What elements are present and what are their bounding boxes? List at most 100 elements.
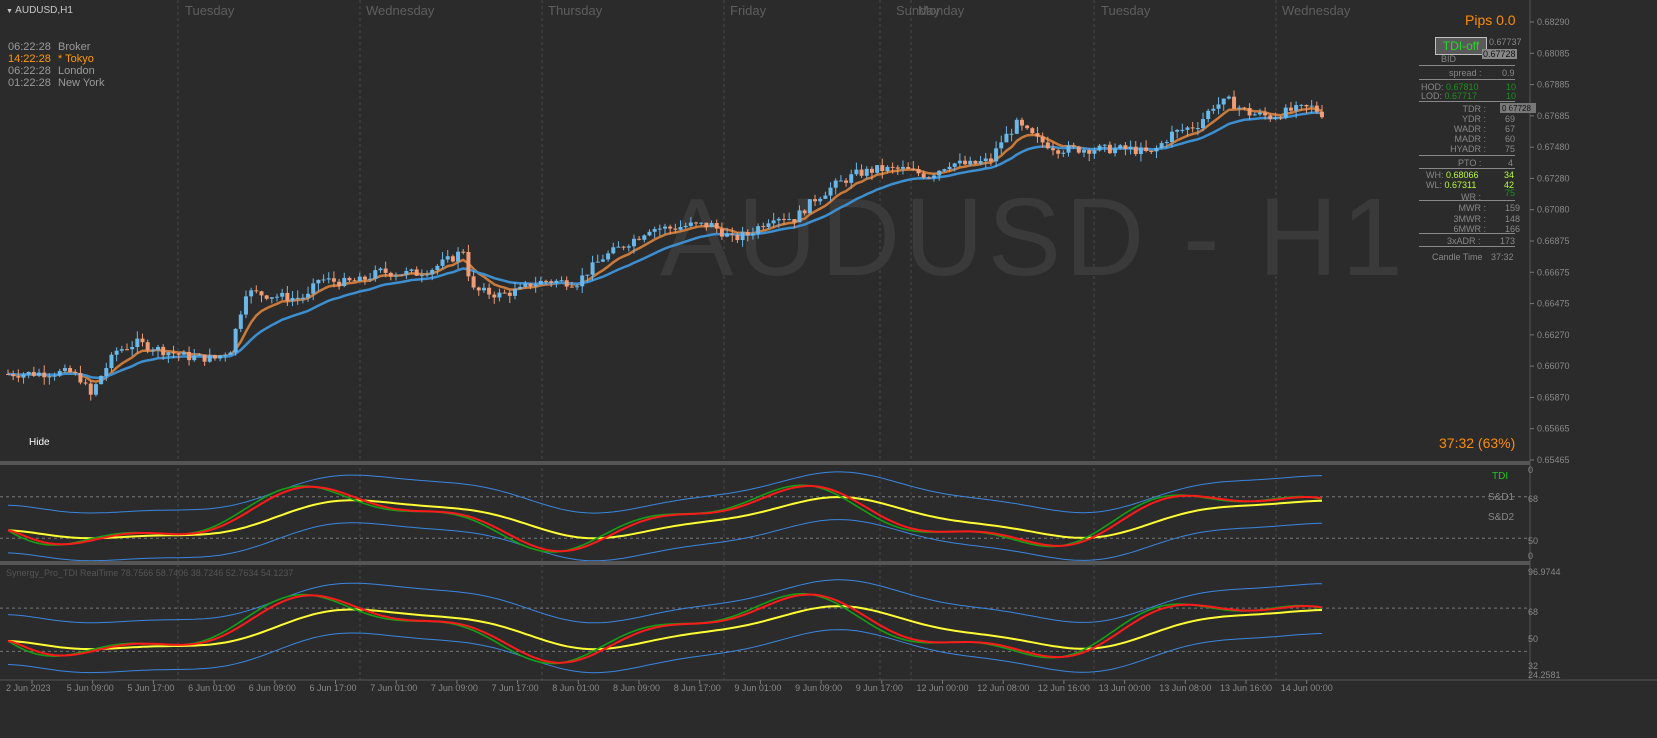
time-tick-label: 7 Jun 17:00 — [492, 683, 539, 693]
candle — [1320, 111, 1324, 118]
candle — [176, 353, 181, 355]
candle — [404, 270, 409, 275]
candle — [761, 226, 766, 228]
price-tick-label: 0.67685 — [1537, 111, 1570, 121]
candle — [1154, 148, 1159, 152]
candle — [735, 234, 740, 241]
candle — [1014, 119, 1019, 134]
day-label: Monday — [918, 3, 965, 18]
candle — [378, 268, 383, 271]
time-tick-label: 6 Jun 01:00 — [188, 683, 235, 693]
chevron-down-icon[interactable]: ▼ — [6, 8, 13, 15]
candle — [792, 219, 797, 223]
candle — [68, 368, 73, 372]
candle — [1097, 145, 1102, 151]
candle — [937, 170, 942, 176]
candle — [259, 291, 264, 296]
time-tick-label: 13 Jun 16:00 — [1220, 683, 1272, 693]
candle — [973, 160, 978, 164]
candle — [709, 223, 714, 228]
divider — [1419, 79, 1515, 80]
tdi-label: TDI — [1492, 471, 1509, 482]
pane-separator[interactable] — [0, 561, 1530, 565]
stat-value: 69 — [1505, 114, 1516, 124]
stat-label: MWR : — [1458, 203, 1487, 213]
candle — [1268, 115, 1273, 120]
candle — [523, 283, 528, 287]
candle — [466, 251, 471, 277]
time-tick-label: 6 Jun 09:00 — [249, 683, 296, 693]
stat-label: TDR : — [1462, 104, 1487, 114]
candle — [549, 281, 554, 283]
candle — [331, 278, 336, 282]
chart-window: AUDUSD - H1 0.68290 0.68085 0.67885 0.67685… — [0, 0, 1657, 738]
stat-label: MADR : — [1454, 134, 1487, 144]
candle — [37, 372, 42, 376]
candle — [476, 287, 481, 291]
candle — [316, 279, 321, 284]
candle — [1035, 133, 1040, 137]
candle — [461, 251, 466, 253]
candle — [642, 235, 647, 240]
candle — [844, 180, 849, 183]
time-tick-label: 7 Jun 09:00 — [431, 683, 478, 693]
stat-value: 67 — [1505, 124, 1516, 134]
pto-value: 4 — [1508, 158, 1514, 168]
candle — [1107, 144, 1112, 154]
candle — [688, 222, 693, 226]
stat-value: 19 — [1505, 104, 1516, 114]
chart-title[interactable]: ▼ AUDUSD,H1 — [6, 4, 73, 18]
hide-button[interactable]: Hide — [29, 436, 50, 449]
candle — [1144, 147, 1149, 151]
candle — [337, 281, 342, 287]
time-tick-label: 9 Jun 17:00 — [856, 683, 903, 693]
candle — [947, 166, 952, 170]
pane-separator[interactable] — [0, 461, 1530, 465]
candle — [140, 338, 145, 343]
candle — [957, 160, 962, 164]
candle — [885, 166, 890, 172]
candle — [963, 160, 968, 165]
candle — [342, 277, 347, 287]
divider — [1419, 65, 1515, 66]
candle — [600, 259, 605, 262]
tdi-toggle-button[interactable]: TDI-off — [1435, 37, 1487, 55]
bid-label: BID — [1441, 54, 1457, 64]
price-tick-label: 0.67280 — [1537, 173, 1570, 183]
candle — [1195, 128, 1200, 130]
bid-value: 0.67728 — [1482, 49, 1517, 59]
candle — [21, 374, 26, 378]
stat-label: 3MWR : — [1453, 213, 1487, 224]
divider — [1419, 168, 1515, 169]
candle — [787, 219, 792, 221]
candle — [419, 275, 424, 277]
price-tick-label: 0.66270 — [1537, 330, 1570, 340]
candle — [275, 296, 280, 298]
candle — [399, 274, 404, 276]
tdi2-title: Synergy_Pro_TDI RealTime 78.7566 58.7406… — [6, 568, 294, 578]
candle — [781, 218, 786, 220]
candle — [497, 292, 502, 298]
candle — [285, 292, 290, 301]
pto-label: PTO : — [1458, 158, 1482, 168]
candle — [502, 292, 507, 294]
candle — [326, 278, 331, 280]
wr-value: 75 — [1505, 188, 1516, 198]
candle — [750, 233, 755, 236]
candle — [538, 280, 543, 285]
candle — [1247, 107, 1252, 116]
candle — [93, 384, 98, 395]
time-tick-label: 5 Jun 17:00 — [127, 683, 174, 693]
chart-canvas[interactable]: AUDUSD - H1 0.68290 0.68085 0.67885 0.67685… — [0, 0, 1657, 738]
candle — [823, 195, 828, 199]
time-tick-label: 6 Jun 17:00 — [310, 683, 357, 693]
candle — [999, 142, 1004, 149]
candle — [647, 231, 652, 236]
candle — [621, 246, 626, 248]
time-tick-label: 2 Jun 2023 — [6, 683, 51, 693]
candle — [295, 297, 300, 299]
candle — [926, 177, 931, 179]
candle — [756, 226, 761, 234]
candle — [1040, 136, 1045, 143]
divider — [1419, 155, 1515, 156]
